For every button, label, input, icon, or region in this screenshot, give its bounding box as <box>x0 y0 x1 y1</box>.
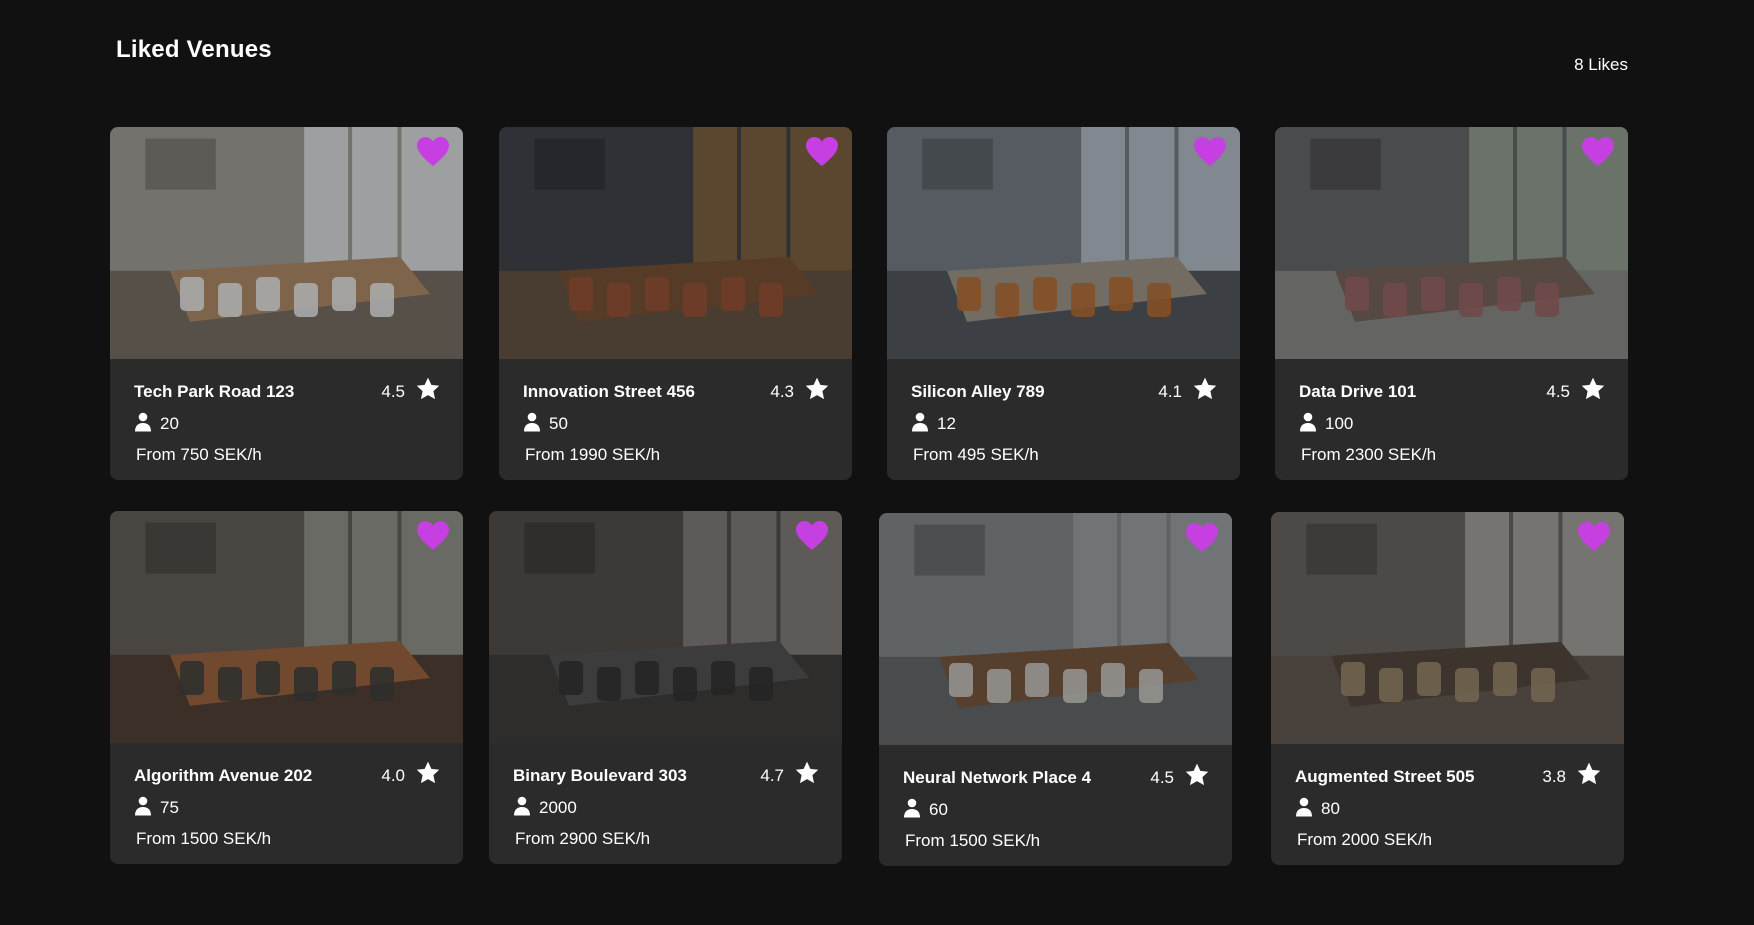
capacity-value: 50 <box>549 414 568 433</box>
rating-value: 4.5 <box>1546 382 1570 401</box>
heart-icon[interactable] <box>1582 137 1614 167</box>
venue-name: Innovation Street 456 <box>523 382 695 401</box>
venue-capacity: 80 <box>1295 795 1340 819</box>
rating-value: 3.8 <box>1542 767 1566 786</box>
venue-name: Binary Boulevard 303 <box>513 766 687 785</box>
venue-photo[interactable] <box>110 511 463 743</box>
venue-photo[interactable] <box>887 127 1240 359</box>
star-icon <box>1576 761 1602 787</box>
star-icon <box>1184 762 1210 788</box>
star-icon <box>415 760 441 786</box>
capacity-value: 20 <box>160 414 179 433</box>
star-icon <box>415 376 441 402</box>
star-icon <box>804 376 830 402</box>
capacity-value: 12 <box>937 414 956 433</box>
rating-value: 4.1 <box>1158 382 1182 401</box>
venue-card[interactable]: Neural Network Place 4 4.5 60 From 1500 … <box>879 513 1232 866</box>
venue-capacity: 2000 <box>513 794 577 818</box>
venue-price: From 2900 SEK/h <box>515 829 651 848</box>
venue-card[interactable]: Tech Park Road 123 4.5 20 From 750 SEK/h <box>110 127 463 480</box>
person-icon <box>911 412 929 432</box>
capacity-value: 2000 <box>539 798 577 817</box>
venue-name: Data Drive 101 <box>1299 382 1417 401</box>
venue-price: From 1500 SEK/h <box>905 831 1041 850</box>
venue-card[interactable]: Innovation Street 456 4.3 50 From 1990 S… <box>499 127 852 480</box>
venue-capacity: 60 <box>903 796 948 820</box>
heart-icon[interactable] <box>1578 522 1610 552</box>
capacity-value: 60 <box>929 800 948 819</box>
venue-photo[interactable] <box>499 127 852 359</box>
venue-price: From 1990 SEK/h <box>525 445 661 464</box>
venue-photo[interactable] <box>1271 512 1624 744</box>
rating-value: 4.5 <box>381 382 405 401</box>
venue-rating: 4.7 <box>760 760 820 786</box>
heart-icon[interactable] <box>417 521 449 551</box>
venue-price: From 495 SEK/h <box>913 445 1039 464</box>
venue-rating: 3.8 <box>1542 761 1602 787</box>
star-icon <box>1580 376 1606 402</box>
heart-icon[interactable] <box>806 137 838 167</box>
person-icon <box>523 412 541 432</box>
venue-capacity: 50 <box>523 410 568 434</box>
venue-rating: 4.0 <box>381 760 441 786</box>
venue-rating: 4.5 <box>1150 762 1210 788</box>
venue-capacity: 20 <box>134 410 179 434</box>
venue-photo[interactable] <box>489 511 842 743</box>
venue-capacity: 100 <box>1299 410 1353 434</box>
heart-icon[interactable] <box>1194 137 1226 167</box>
rating-value: 4.5 <box>1150 768 1174 787</box>
person-icon <box>1295 797 1313 817</box>
heart-icon[interactable] <box>417 137 449 167</box>
person-icon <box>903 798 921 818</box>
likes-count: 8 Likes <box>1574 55 1628 74</box>
venue-capacity: 75 <box>134 794 179 818</box>
rating-value: 4.7 <box>760 766 784 785</box>
venue-card[interactable]: Binary Boulevard 303 4.7 2000 From 2900 … <box>489 511 842 864</box>
heart-icon[interactable] <box>796 521 828 551</box>
heart-icon[interactable] <box>1186 523 1218 553</box>
venue-photo[interactable] <box>1275 127 1628 359</box>
venue-card[interactable]: Algorithm Avenue 202 4.0 75 From 1500 SE… <box>110 511 463 864</box>
person-icon <box>134 796 152 816</box>
venue-price: From 2300 SEK/h <box>1301 445 1437 464</box>
venue-name: Algorithm Avenue 202 <box>134 766 313 785</box>
venue-rating: 4.5 <box>1546 376 1606 402</box>
venue-rating: 4.1 <box>1158 376 1218 402</box>
venue-name: Neural Network Place 4 <box>903 768 1092 787</box>
venue-card[interactable]: Silicon Alley 789 4.1 12 From 495 SEK/h <box>887 127 1240 480</box>
rating-value: 4.0 <box>381 766 405 785</box>
person-icon <box>134 412 152 432</box>
capacity-value: 75 <box>160 798 179 817</box>
venue-card[interactable]: Data Drive 101 4.5 100 From 2300 SEK/h <box>1275 127 1628 480</box>
venue-price: From 2000 SEK/h <box>1297 830 1433 849</box>
venue-name: Tech Park Road 123 <box>134 382 295 401</box>
venue-photo[interactable] <box>110 127 463 359</box>
venue-name: Silicon Alley 789 <box>911 382 1045 401</box>
star-icon <box>1192 376 1218 402</box>
venue-rating: 4.3 <box>770 376 830 402</box>
capacity-value: 100 <box>1325 414 1354 433</box>
person-icon <box>1299 412 1317 432</box>
venue-capacity: 12 <box>911 410 956 434</box>
venue-price: From 750 SEK/h <box>136 445 262 464</box>
star-icon <box>794 760 820 786</box>
capacity-value: 80 <box>1321 799 1340 818</box>
person-icon <box>513 796 531 816</box>
venue-photo[interactable] <box>879 513 1232 745</box>
page-title: Liked Venues <box>116 36 272 63</box>
venue-price: From 1500 SEK/h <box>136 829 272 848</box>
venue-card[interactable]: Augmented Street 505 3.8 80 From 2000 SE… <box>1271 512 1624 865</box>
venue-rating: 4.5 <box>381 376 441 402</box>
venue-name: Augmented Street 505 <box>1295 767 1475 786</box>
rating-value: 4.3 <box>770 382 794 401</box>
